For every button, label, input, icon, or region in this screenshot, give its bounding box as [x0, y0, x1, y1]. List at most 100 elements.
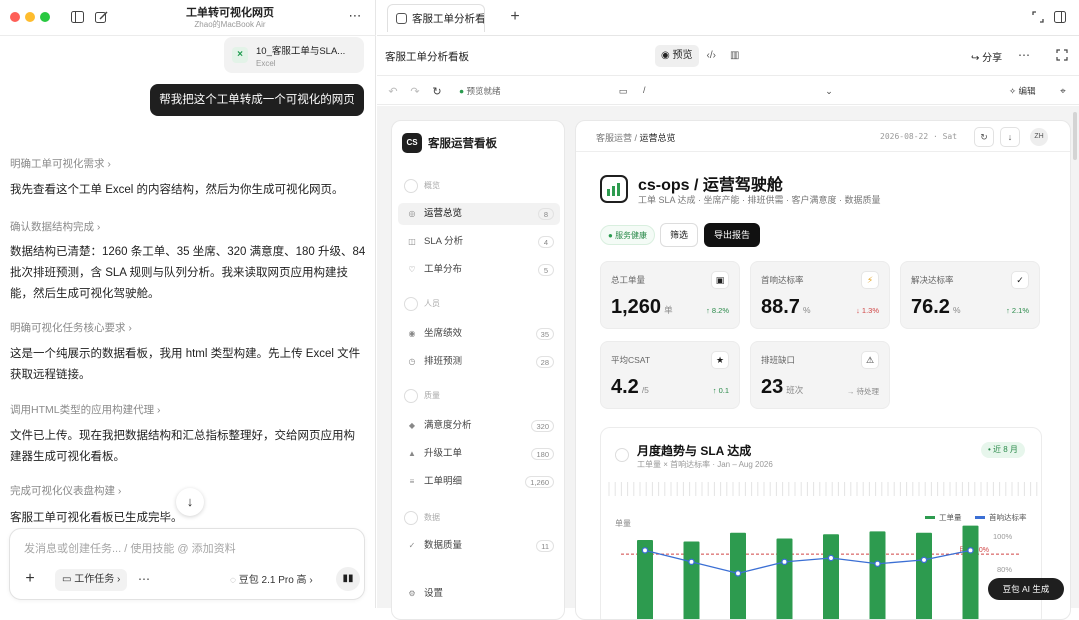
- download-button[interactable]: ↓: [1000, 127, 1020, 147]
- step-toggle[interactable]: 确认数据结构完成 ›: [10, 219, 100, 234]
- nav-item-escalation[interactable]: ▲ 升级工单 180: [398, 443, 560, 465]
- refresh-icon: ↻: [980, 132, 988, 142]
- bar: [683, 541, 700, 619]
- spinner-icon: ◌: [230, 575, 239, 586]
- kpi-card-csat: 平均CSAT ★ 4.2/5 ↑ 0.1: [600, 341, 740, 409]
- chart-tab[interactable]: ▥: [724, 45, 745, 67]
- forward-icon[interactable]: ↷: [409, 84, 421, 98]
- scroll-down-button[interactable]: ↓: [176, 488, 204, 516]
- code-icon: ‹/›: [706, 50, 716, 61]
- assistant-message: 这是一个纯展示的数据看板，我用 html 类型构建。先上传 Excel 文件获取…: [10, 348, 361, 381]
- kpi-delta: → 待处理: [846, 387, 879, 396]
- nav-item-distribution[interactable]: ♡ 工单分布 5: [398, 259, 560, 281]
- ai-generate-badge[interactable]: 豆包 AI 生成: [988, 578, 1064, 600]
- refresh-icon[interactable]: ↻: [431, 84, 443, 98]
- pin-icon[interactable]: ⌖: [1057, 84, 1069, 98]
- fullscreen-icon[interactable]: [1055, 48, 1069, 62]
- shield-icon: ♡: [408, 265, 416, 274]
- refresh-button[interactable]: ↻: [974, 127, 994, 147]
- nav-item-sla[interactable]: ◫ SLA 分析 4: [398, 231, 560, 253]
- status-badge: ● 服务健康: [600, 225, 656, 245]
- nav-item-agents[interactable]: ◉ 坐席绩效 35: [398, 323, 560, 345]
- bar: [823, 534, 839, 619]
- y-tick-label: 100%: [993, 532, 1013, 541]
- chart-select-toggle[interactable]: [615, 448, 629, 462]
- more-options-icon[interactable]: ⋯: [136, 571, 152, 587]
- export-button[interactable]: 导出报告: [704, 223, 760, 247]
- line-point: [688, 558, 695, 566]
- model-selector[interactable]: ◌ 豆包 2.1 Pro 高 ›: [230, 571, 313, 586]
- kpi-delta: ↑ 8.2%: [706, 306, 729, 315]
- check-icon: ✓: [1011, 271, 1029, 289]
- window-subtitle: Zhao的MacBook Air: [194, 20, 266, 29]
- assistant-message: 数据结构已清楚：1260 条工单、35 坐席、320 满意度、180 升级、84…: [10, 246, 366, 300]
- more-icon[interactable]: ⋯: [346, 8, 364, 24]
- nav-item-scheduling[interactable]: ◷ 排班预测 28: [398, 351, 560, 373]
- period-badge: • 近 8 月: [981, 442, 1025, 458]
- composer-input[interactable]: 发消息或创建任务... / 使用技能 @ 添加资料: [24, 540, 236, 556]
- kpi-value: 4.2/5: [611, 376, 649, 398]
- panel-icon[interactable]: [1053, 10, 1067, 24]
- step-toggle[interactable]: 明确可视化任务核心要求 ›: [10, 320, 132, 335]
- check-icon: ✓: [408, 541, 416, 550]
- chevron-down-icon[interactable]: ⌄: [823, 84, 835, 98]
- grid-icon: ◎: [408, 209, 416, 218]
- divider: [576, 151, 1070, 152]
- step-toggle[interactable]: 调用HTML类型的应用构建代理 ›: [10, 402, 161, 417]
- more-icon[interactable]: ⋯: [1017, 48, 1031, 62]
- collapse-icon[interactable]: [1031, 10, 1045, 24]
- minimize-window-button[interactable]: [25, 12, 35, 22]
- nav-item-csat[interactable]: ◆ 满意度分析 320: [398, 415, 560, 437]
- url-path[interactable]: /: [643, 85, 833, 95]
- legend-swatch-line: [975, 516, 985, 519]
- bar-chart-icon: [600, 175, 628, 203]
- bar: [869, 531, 886, 619]
- bolt-icon: ⚡: [861, 271, 879, 289]
- nav-item-tickets[interactable]: ≡ 工单明细 1,260: [398, 471, 560, 493]
- mode-chip[interactable]: ▭ 工作任务 ›: [55, 569, 128, 591]
- maximize-window-button[interactable]: [40, 12, 50, 22]
- edit-button[interactable]: ✧ 编辑: [1009, 85, 1036, 97]
- calendar-icon: ◷: [408, 357, 416, 366]
- new-tab-icon[interactable]: +: [507, 8, 523, 25]
- nav-item-overview[interactable]: ◎ 运营总览 8: [398, 203, 560, 225]
- preview-toolbar: 客服工单分析看板 ◉ 预览 ‹/› ▥ ↪ 分享 ⋯: [377, 36, 1079, 76]
- nav-group-quality: 质量: [404, 389, 440, 403]
- line-point: [781, 558, 788, 566]
- filter-button[interactable]: 筛选: [660, 223, 698, 247]
- step-toggle[interactable]: 完成可视化仪表盘构建 ›: [10, 483, 121, 498]
- device-icon[interactable]: ▭: [617, 84, 629, 98]
- assistant-message: 文件已上传。现在我把数据结构和汇总指标整理好，交给网页应用构建器生成可视化看板。: [10, 430, 355, 463]
- attached-file-card[interactable]: × 10_客服工单与SLA... Excel: [224, 37, 364, 73]
- close-window-button[interactable]: [10, 12, 20, 22]
- tab-dashboard[interactable]: 客服工单分析看板: [387, 4, 485, 32]
- message-composer[interactable]: 发消息或创建任务... / 使用技能 @ 添加资料 + ▭ 工作任务 › ⋯ ◌…: [9, 528, 365, 600]
- back-icon[interactable]: ↶: [387, 84, 399, 98]
- window-titlebar: 工单转可视化网页 Zhao的MacBook Air ⋯: [0, 0, 376, 36]
- nav-group-people: 人员: [404, 297, 440, 311]
- line-point: [967, 547, 974, 554]
- avatar[interactable]: ZH: [1030, 128, 1048, 146]
- line-point: [874, 560, 881, 568]
- nav-item-data-quality[interactable]: ✓ 数据质量 11: [398, 535, 560, 557]
- step-toggle[interactable]: 明确工单可视化需求 ›: [10, 156, 111, 171]
- excel-icon: ×: [232, 47, 248, 63]
- code-tab[interactable]: ‹/›: [701, 45, 722, 67]
- share-button[interactable]: ↪ 分享: [971, 49, 1002, 64]
- bar-chart-icon: ▥: [729, 50, 740, 61]
- file-type: Excel: [256, 59, 276, 68]
- page-scrollbar[interactable]: [1073, 112, 1077, 160]
- trend-chart: 单量工单量首响达标率100%80%目标 90%: [608, 482, 1038, 619]
- kpi-value: 23 班次: [761, 376, 804, 398]
- new-chat-icon[interactable]: [94, 10, 108, 24]
- preview-tab[interactable]: ◉ 预览: [655, 45, 699, 67]
- add-icon[interactable]: +: [22, 570, 38, 587]
- sidebar-toggle-icon[interactable]: [70, 10, 84, 24]
- brand-name: 客服运营看板: [428, 138, 497, 150]
- view-switcher: ◉ 预览 ‹/› ▥: [655, 45, 759, 67]
- dashboard-main: 客服运营 / 运营总览 2026-08-22 · Sat ↻ ↓ ZH cs-o…: [575, 120, 1071, 620]
- voice-input-icon[interactable]: ▮▮: [336, 567, 360, 591]
- kpi-card-total: 总工单量 ▣ 1,260 单 ↑ 8.2%: [600, 261, 740, 329]
- y-axis-label: 单量: [615, 518, 631, 528]
- nav-item-settings[interactable]: ⚙ 设置: [398, 583, 560, 605]
